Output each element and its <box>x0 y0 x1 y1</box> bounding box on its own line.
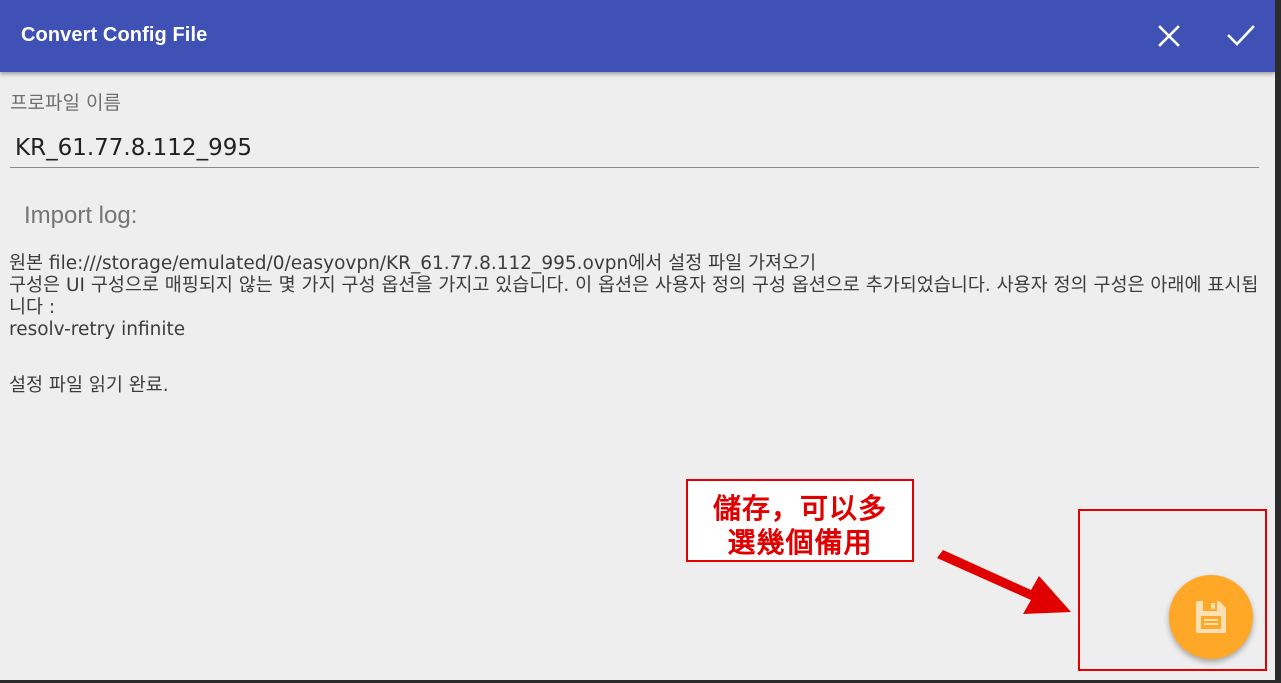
app-bar: Convert Config File <box>0 0 1275 72</box>
profile-name-label: 프로파일 이름 <box>10 92 121 114</box>
close-icon <box>1158 25 1180 47</box>
log-line: 설정 파일 읽기 완료. <box>9 375 169 396</box>
import-log: 원본 file:///storage/emulated/0/easyovpn/K… <box>9 253 1264 397</box>
annotation-callout: 儲存，可以多 選幾個備用 <box>686 479 914 562</box>
cancel-button[interactable] <box>1151 18 1187 54</box>
confirm-button[interactable] <box>1223 18 1259 54</box>
save-icon <box>1195 601 1226 633</box>
profile-name-input[interactable] <box>10 128 1259 168</box>
save-button[interactable] <box>1169 575 1253 659</box>
log-line: 구성은 UI 구성으로 매핑되지 않는 몇 가지 구성 옵션을 가지고 있습니다… <box>9 275 1259 318</box>
import-log-heading: Import log: <box>24 202 138 229</box>
app-bar-title: Convert Config File <box>21 24 208 46</box>
screen-edge <box>1275 0 1281 683</box>
check-icon <box>1227 25 1255 46</box>
convert-config-screen: Convert Config File 프로파일 이름 Import log: … <box>0 0 1281 683</box>
log-spacer <box>9 341 1264 375</box>
log-line: 원본 file:///storage/emulated/0/easyovpn/K… <box>9 253 817 274</box>
log-line: resolv-retry infinite <box>9 319 186 340</box>
annotation-arrow-icon <box>937 550 1071 614</box>
annotation-line-2: 選幾個備用 <box>727 526 873 559</box>
